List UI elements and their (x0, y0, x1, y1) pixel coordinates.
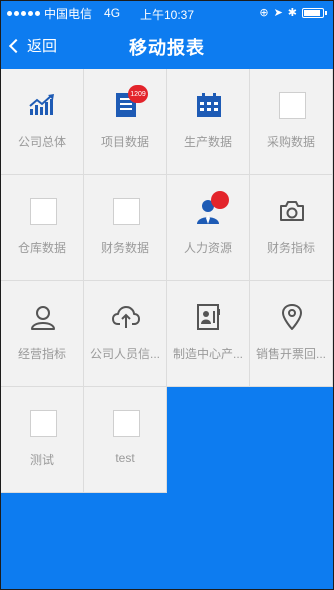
tile-sales-invoice[interactable]: 销售开票回... (250, 281, 333, 387)
trend-chart-icon (29, 91, 57, 119)
battery-tip (325, 10, 327, 15)
location-pin-icon (278, 303, 306, 331)
placeholder-icon (29, 409, 57, 437)
tile-label: 生产数据 (183, 135, 232, 149)
contact-card-icon (195, 303, 223, 331)
tile-warehouse-data[interactable]: 仓库数据 (1, 175, 84, 281)
tile-label: 制造中心产... (172, 347, 243, 361)
placeholder-icon (112, 197, 140, 225)
placeholder-icon (278, 91, 306, 119)
camera-icon (278, 197, 306, 225)
tile-company-staff[interactable]: 公司人员信... (84, 281, 167, 387)
user-outline-icon (29, 303, 57, 331)
report-grid: 公司总体 1209 项目数据 生产数据 采购数据 仓库数据 财务数据 人力资源 … (1, 69, 333, 493)
tile-label: 财务指标 (266, 241, 315, 255)
page-title: 移动报表 (129, 38, 205, 58)
tile-label: 经营指标 (17, 347, 66, 361)
notification-badge: 1209 (128, 85, 148, 103)
nav-bar: 返回 移动报表 (1, 25, 333, 67)
tile-label: 销售开票回... (255, 347, 326, 361)
tile-label: 人力资源 (183, 241, 232, 255)
tile-operating-indicators[interactable]: 经营指标 (1, 281, 84, 387)
tile-label: 仓库数据 (17, 241, 66, 255)
tile-purchase-data[interactable]: 采购数据 (250, 69, 333, 175)
tile-test-cn[interactable]: 测试 (1, 387, 84, 493)
status-bar: 中国电信 4G 上午10:37 ⊕ ➤ ✱ (1, 1, 333, 25)
tile-finance-indicators[interactable]: 财务指标 (250, 175, 333, 281)
tile-label: 项目数据 (100, 135, 149, 149)
placeholder-icon (29, 197, 57, 225)
cloud-upload-icon (112, 303, 140, 331)
placeholder-icon (112, 409, 140, 437)
tile-label: 公司人员信... (89, 347, 160, 361)
tile-human-resources[interactable]: 人力资源 (167, 175, 250, 281)
tile-label: 财务数据 (100, 241, 149, 255)
app-frame: 中国电信 4G 上午10:37 ⊕ ➤ ✱ 返回 移动报表 公司总体 1209 … (0, 0, 334, 590)
status-right: ⊕ ➤ ✱ (259, 6, 327, 19)
tile-label: 采购数据 (266, 135, 315, 149)
location-arrow-icon: ➤ (273, 7, 283, 19)
calendar-icon (195, 91, 223, 119)
tile-label: test (115, 451, 135, 465)
tile-production-data[interactable]: 生产数据 (167, 69, 250, 175)
notification-dot (211, 191, 229, 209)
rotation-lock-icon: ⊕ (259, 7, 269, 19)
battery-icon (302, 7, 324, 18)
bluetooth-icon: ✱ (287, 7, 297, 19)
tile-label: 公司总体 (17, 135, 66, 149)
tile-project-data[interactable]: 1209 项目数据 (84, 69, 167, 175)
tile-manufacturing-center[interactable]: 制造中心产... (167, 281, 250, 387)
tile-finance-data[interactable]: 财务数据 (84, 175, 167, 281)
tile-test-en[interactable]: test (84, 387, 167, 493)
tile-company-overall[interactable]: 公司总体 (1, 69, 84, 175)
tile-label: 测试 (29, 453, 54, 467)
